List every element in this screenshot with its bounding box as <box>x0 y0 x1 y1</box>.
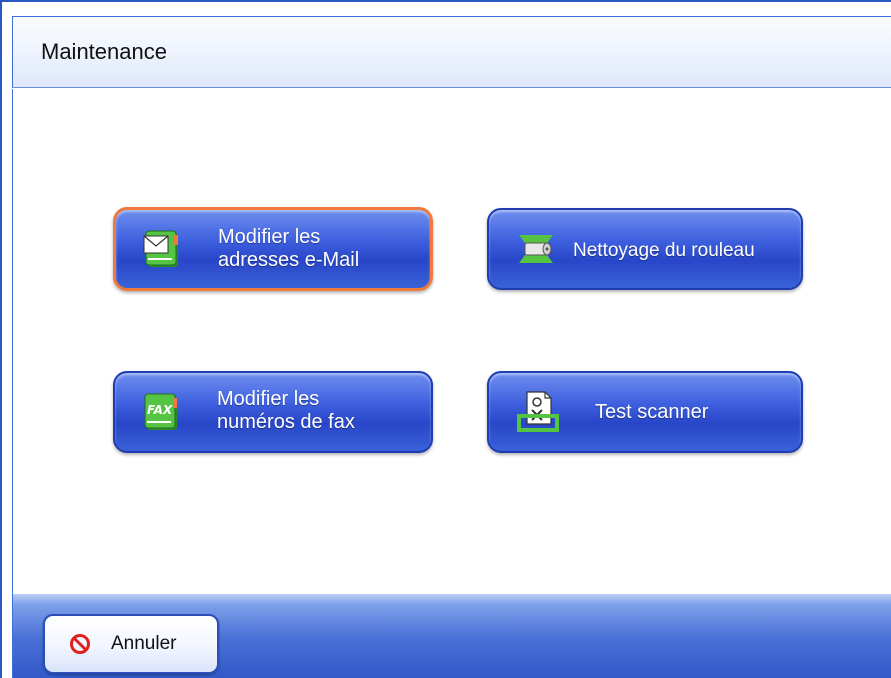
edit-email-label-line2: adresses e-Mail <box>218 249 360 271</box>
maintenance-window: Maintenance Modifier les adresses e-Mail <box>0 0 891 678</box>
prohibit-icon <box>70 634 90 654</box>
edit-fax-numbers-button[interactable]: FAX Modifier les numéros de fax <box>113 371 433 453</box>
content-area: Modifier les adresses e-Mail Nettoyage d… <box>12 89 891 594</box>
page-title: Maintenance <box>41 39 167 64</box>
footer-bar: Annuler <box>12 594 891 678</box>
roller-cleaning-button[interactable]: Nettoyage du rouleau <box>487 208 803 290</box>
roller-cleaning-label: Nettoyage du rouleau <box>573 240 755 261</box>
edit-fax-label-line2: numéros de fax <box>217 411 355 433</box>
cancel-label: Annuler <box>111 633 177 654</box>
roller-icon <box>519 235 553 263</box>
fax-book-icon: FAX <box>144 393 177 430</box>
svg-text:FAX: FAX <box>147 403 173 417</box>
edit-fax-label-line1: Modifier les <box>217 388 320 410</box>
email-book-icon <box>143 230 178 267</box>
test-scanner-icon <box>517 391 559 432</box>
edit-email-label-line1: Modifier les <box>218 226 321 248</box>
edit-email-addresses-button[interactable]: Modifier les adresses e-Mail <box>113 207 433 291</box>
header-bar: Maintenance <box>12 16 891 88</box>
cancel-button[interactable]: Annuler <box>43 614 219 674</box>
test-scanner-label: Test scanner <box>595 401 709 423</box>
test-scanner-button[interactable]: Test scanner <box>487 371 803 453</box>
